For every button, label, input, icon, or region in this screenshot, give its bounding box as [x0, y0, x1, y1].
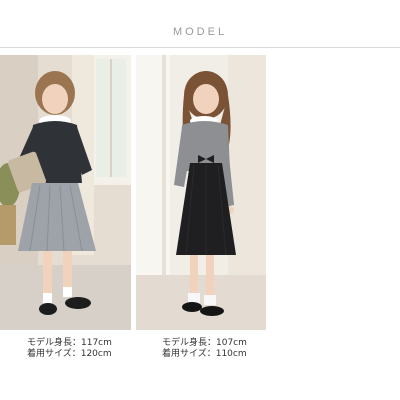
model-2-caption: モデル身長：107cm 着用サイズ：110cm	[162, 338, 247, 360]
model-photo-1	[0, 55, 131, 330]
model-2-height: モデル身長：107cm	[162, 338, 247, 348]
model-1-caption: モデル身長：117cm 着用サイズ：120cm	[27, 338, 112, 360]
section-title: MODEL	[172, 26, 228, 38]
model-photo-2	[136, 55, 266, 330]
model-1-illustration	[0, 55, 131, 330]
model-2-illustration	[136, 55, 266, 330]
model-1-size: 着用サイズ：120cm	[27, 349, 112, 359]
section-divider	[0, 47, 400, 48]
model-1-height: モデル身長：117cm	[27, 338, 112, 348]
model-2-size: 着用サイズ：110cm	[162, 349, 247, 359]
model-section: MODEL モデル身長：117cm 着用サイズ：120cm モデル身長：107c…	[0, 0, 400, 400]
